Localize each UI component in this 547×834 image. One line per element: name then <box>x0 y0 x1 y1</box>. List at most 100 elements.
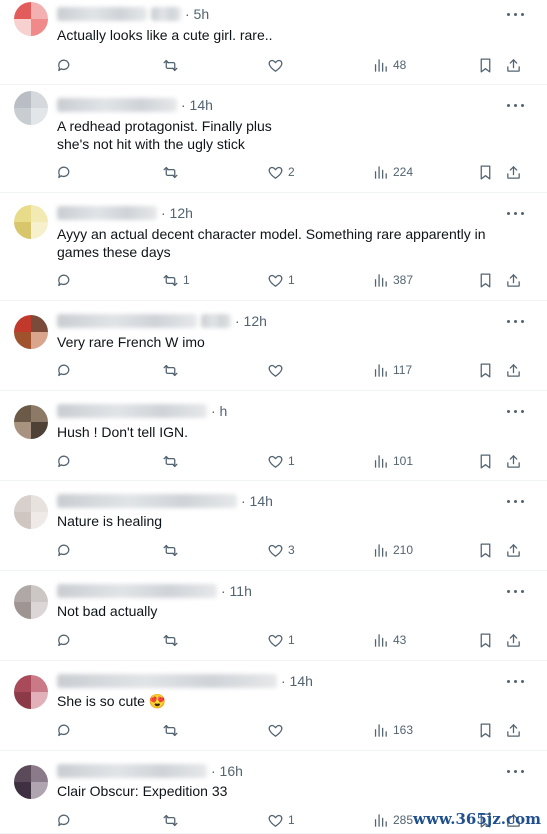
timestamp[interactable]: · 14h <box>241 493 273 509</box>
repost-icon[interactable] <box>162 450 183 472</box>
timestamp[interactable]: · h <box>211 403 227 419</box>
avatar[interactable] <box>14 765 48 799</box>
bookmark-icon[interactable] <box>477 161 494 183</box>
timestamp[interactable]: · 11h <box>221 583 252 599</box>
like-icon[interactable]: 3 <box>267 539 295 561</box>
avatar[interactable] <box>14 585 48 619</box>
more-icon[interactable] <box>505 493 525 509</box>
views-icon[interactable]: 101 <box>372 450 413 472</box>
views-count: 285 <box>393 813 414 827</box>
timestamp[interactable]: · 14h <box>181 97 213 113</box>
avatar[interactable] <box>14 405 48 439</box>
reply-icon[interactable] <box>56 450 77 472</box>
like-icon[interactable]: 1 <box>267 450 295 472</box>
reply-post[interactable]: · 12h Very rare French W imo 117 <box>0 301 547 391</box>
bookmark-icon[interactable] <box>477 719 494 741</box>
share-icon[interactable] <box>505 54 522 76</box>
blurred-username <box>151 7 181 21</box>
views-count: 210 <box>393 543 414 557</box>
likes-count: 2 <box>288 165 295 179</box>
reply-text: Ayyy an actual decent character model. S… <box>57 226 486 260</box>
repost-icon[interactable] <box>162 719 183 741</box>
views-icon[interactable]: 387 <box>372 269 413 291</box>
reply-text: Not bad actually <box>57 603 158 619</box>
reply-post[interactable]: · 14h Nature is healing 3 210 <box>0 481 547 571</box>
reply-icon[interactable] <box>56 54 77 76</box>
avatar[interactable] <box>14 2 48 36</box>
more-icon[interactable] <box>505 763 525 779</box>
reply-icon[interactable] <box>56 161 77 183</box>
likes-count: 1 <box>288 273 295 287</box>
timestamp[interactable]: · 12h <box>235 313 267 329</box>
reply-icon[interactable] <box>56 719 77 741</box>
repost-icon[interactable] <box>162 161 183 183</box>
bookmark-icon[interactable] <box>477 539 494 561</box>
avatar[interactable] <box>14 495 48 529</box>
share-icon[interactable] <box>505 359 522 381</box>
repost-icon[interactable] <box>162 54 183 76</box>
reply-header: · 12h <box>57 311 267 331</box>
bookmark-icon[interactable] <box>477 269 494 291</box>
more-icon[interactable] <box>505 205 525 221</box>
repost-icon[interactable] <box>162 539 183 561</box>
timestamp[interactable]: · 5h <box>185 6 209 22</box>
like-icon[interactable] <box>267 54 288 76</box>
avatar[interactable] <box>14 205 48 239</box>
reply-post[interactable]: · 11h Not bad actually 1 43 <box>0 571 547 661</box>
blurred-username <box>57 584 217 598</box>
more-icon[interactable] <box>505 313 525 329</box>
like-icon[interactable]: 1 <box>267 269 295 291</box>
reply-icon[interactable] <box>56 809 77 831</box>
like-icon[interactable]: 2 <box>267 161 295 183</box>
views-count: 48 <box>393 58 407 72</box>
more-icon[interactable] <box>505 583 525 599</box>
bookmark-icon[interactable] <box>477 450 494 472</box>
like-icon[interactable]: 1 <box>267 629 295 651</box>
like-icon[interactable] <box>267 719 288 741</box>
views-icon[interactable]: 117 <box>372 359 412 381</box>
timestamp[interactable]: · 16h <box>211 763 243 779</box>
repost-icon[interactable]: 1 <box>162 269 190 291</box>
reply-icon[interactable] <box>56 359 77 381</box>
repost-icon[interactable] <box>162 359 183 381</box>
reply-post[interactable]: · 14h She is so cute 😍 163 <box>0 661 547 751</box>
share-icon[interactable] <box>505 719 522 741</box>
bookmark-icon[interactable] <box>477 629 494 651</box>
timestamp[interactable]: · 12h <box>161 205 193 221</box>
more-icon[interactable] <box>505 6 525 22</box>
share-icon[interactable] <box>505 269 522 291</box>
avatar[interactable] <box>14 675 48 709</box>
bookmark-icon[interactable] <box>477 54 494 76</box>
bookmark-icon[interactable] <box>477 359 494 381</box>
views-icon[interactable]: 210 <box>372 539 413 561</box>
blurred-username <box>57 404 207 418</box>
avatar[interactable] <box>14 91 48 125</box>
watermark: www.365jz.com <box>413 810 541 828</box>
share-icon[interactable] <box>505 539 522 561</box>
views-count: 224 <box>393 165 414 179</box>
avatar[interactable] <box>14 315 48 349</box>
repost-icon[interactable] <box>162 809 183 831</box>
views-icon[interactable]: 285 <box>372 809 413 831</box>
reply-post[interactable]: · h Hush ! Don't tell IGN. 1 101 <box>0 391 547 481</box>
more-icon[interactable] <box>505 673 525 689</box>
reply-icon[interactable] <box>56 629 77 651</box>
reply-post[interactable]: · 5h Actually looks like a cute girl. rar… <box>0 0 547 85</box>
repost-icon[interactable] <box>162 629 183 651</box>
reply-post[interactable]: · 12h Ayyy an actual decent character mod… <box>0 193 547 301</box>
reply-icon[interactable] <box>56 269 77 291</box>
reply-post[interactable]: · 14h A redhead protagonist. Finally plus… <box>0 85 547 193</box>
share-icon[interactable] <box>505 450 522 472</box>
more-icon[interactable] <box>505 403 525 419</box>
views-icon[interactable]: 43 <box>372 629 406 651</box>
like-icon[interactable]: 1 <box>267 809 295 831</box>
share-icon[interactable] <box>505 629 522 651</box>
more-icon[interactable] <box>505 97 525 113</box>
reply-icon[interactable] <box>56 539 77 561</box>
views-icon[interactable]: 48 <box>372 54 406 76</box>
like-icon[interactable] <box>267 359 288 381</box>
views-icon[interactable]: 163 <box>372 719 413 741</box>
views-icon[interactable]: 224 <box>372 161 413 183</box>
timestamp[interactable]: · 14h <box>281 673 313 689</box>
share-icon[interactable] <box>505 161 522 183</box>
